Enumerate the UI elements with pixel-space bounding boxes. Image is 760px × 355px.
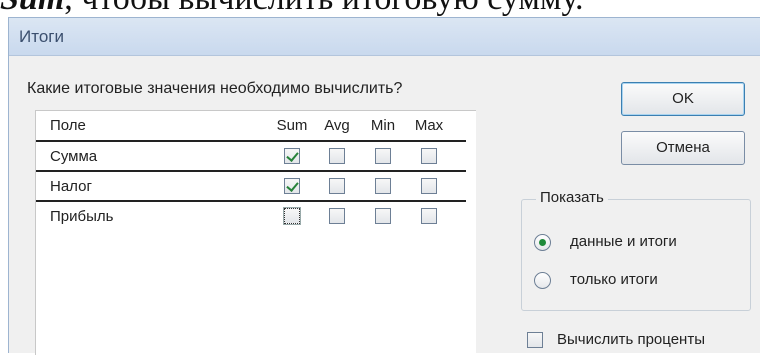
column-header-min: Min [370, 117, 396, 134]
totals-dialog: Итоги Какие итоговые значения необходимо… [8, 17, 760, 355]
min-checkbox[interactable] [375, 178, 391, 194]
column-header-sum: Sum [276, 117, 308, 134]
column-header-field: Поле [50, 117, 86, 134]
dialog-title: Итоги [19, 27, 64, 46]
field-name: Налог [50, 178, 92, 195]
min-checkbox[interactable] [375, 208, 391, 224]
table-row: Налог [36, 170, 466, 201]
radio-label: только итоги [570, 271, 658, 288]
title-bar[interactable]: Итоги [9, 18, 760, 56]
grid-header: Поле Sum Avg Min Max [36, 111, 466, 140]
radio-button[interactable] [534, 272, 551, 289]
ok-button[interactable]: OK [621, 82, 745, 116]
table-row: Прибыль [36, 200, 466, 231]
min-checkbox[interactable] [375, 148, 391, 164]
avg-checkbox[interactable] [329, 148, 345, 164]
avg-checkbox[interactable] [329, 208, 345, 224]
max-checkbox[interactable] [421, 208, 437, 224]
table-row: Сумма [36, 140, 466, 171]
italic-word: Sum [0, 0, 64, 17]
column-header-max: Max [414, 117, 444, 134]
show-group-legend: Показать [536, 189, 608, 206]
show-groupbox: Показать данные и итоги только итоги [521, 189, 751, 311]
question-label: Какие итоговые значения необходимо вычис… [27, 80, 403, 97]
max-checkbox[interactable] [421, 178, 437, 194]
fragment-text: , чтобы вычислить итоговую сумму. [64, 0, 583, 17]
sum-checkbox[interactable] [284, 148, 300, 164]
cancel-button[interactable]: Отмена [621, 131, 745, 165]
radio-button-selected[interactable] [534, 234, 551, 251]
sum-checkbox[interactable] [284, 178, 300, 194]
field-name: Сумма [50, 148, 98, 165]
percent-checkbox[interactable] [527, 332, 543, 348]
avg-checkbox[interactable] [329, 178, 345, 194]
radio-label: данные и итоги [570, 233, 677, 250]
max-checkbox[interactable] [421, 148, 437, 164]
field-name: Прибыль [50, 208, 114, 225]
percent-label: Вычислить проценты [557, 331, 705, 348]
totals-grid: Поле Sum Avg Min Max Сумма Налог Прибыль [35, 110, 476, 355]
sum-checkbox[interactable] [283, 207, 301, 225]
column-header-avg: Avg [324, 117, 350, 134]
